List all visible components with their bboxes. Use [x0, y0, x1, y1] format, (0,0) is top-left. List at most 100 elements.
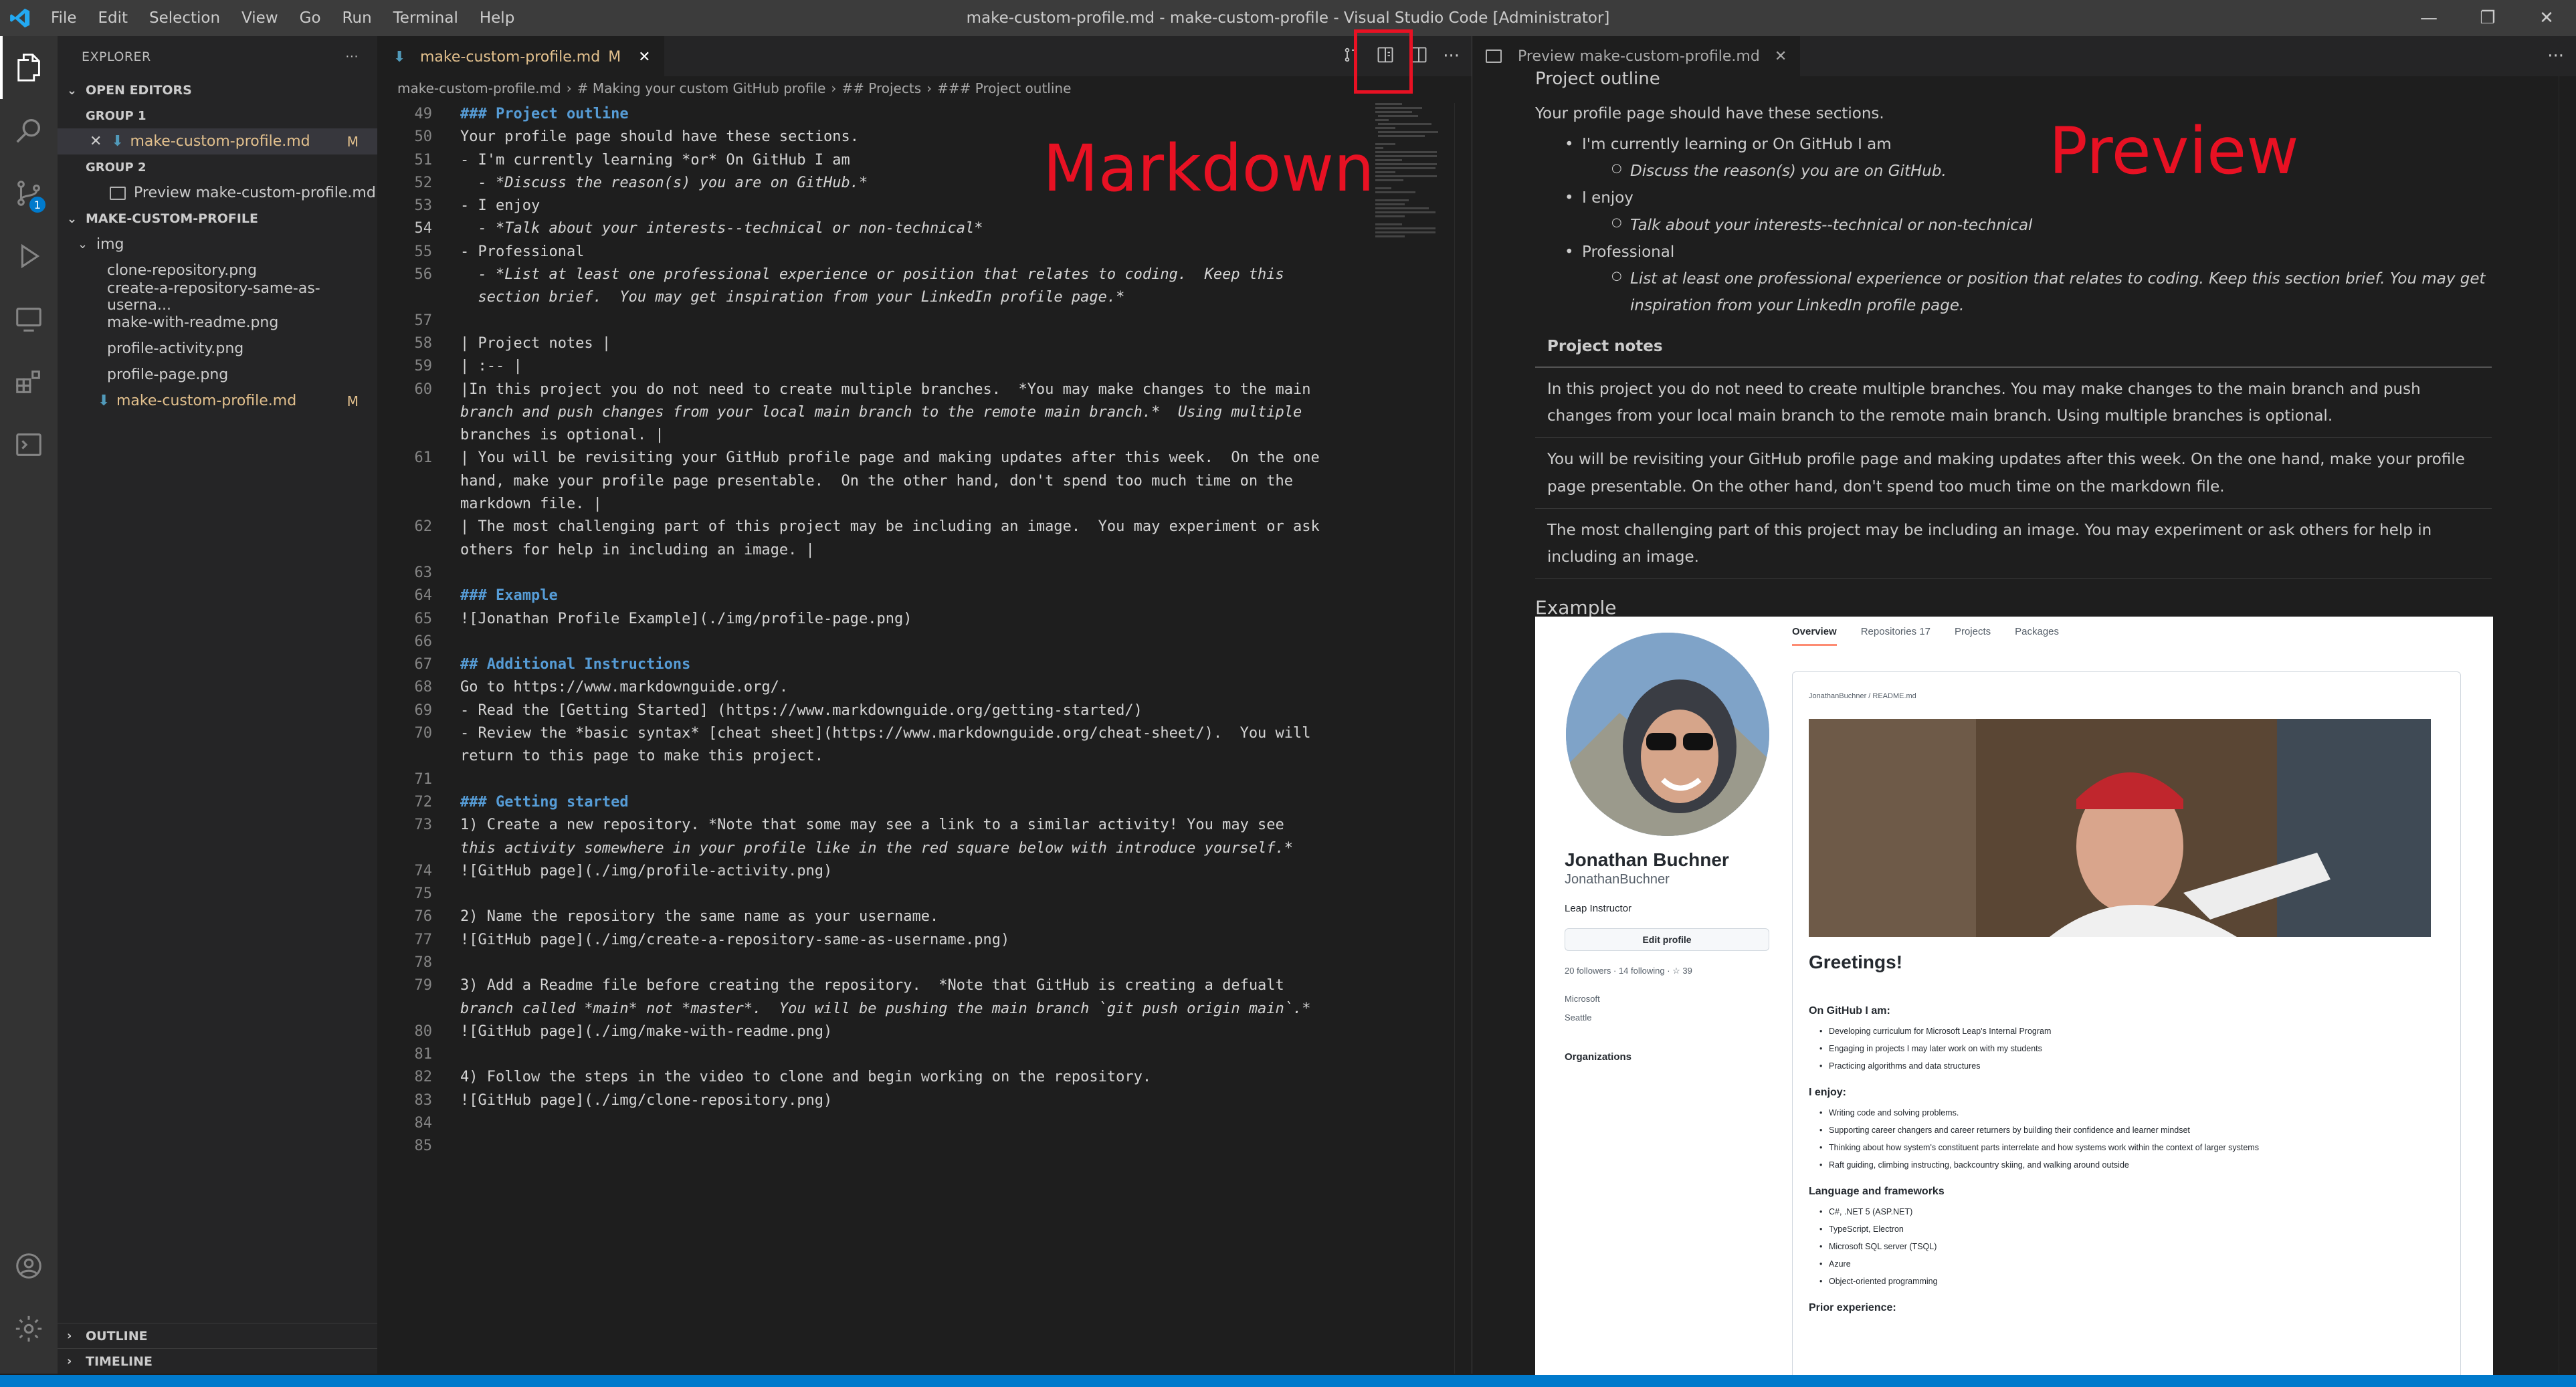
profile-company: Microsoft: [1565, 994, 1600, 1004]
line-number: 52: [414, 174, 433, 191]
profile-name: Jonathan Buchner: [1565, 849, 1729, 870]
folder-img[interactable]: ⌄ img: [58, 231, 377, 257]
minimize-icon[interactable]: —: [2399, 0, 2458, 36]
line-number: 63: [414, 564, 433, 581]
menu-selection[interactable]: Selection: [138, 0, 231, 36]
explorer-icon[interactable]: [0, 36, 58, 99]
line-number: 79: [414, 977, 433, 994]
line-number: 66: [414, 633, 433, 650]
breadcrumb-item[interactable]: ### Project outline: [937, 80, 1071, 96]
readme-list-item: Raft guiding, climbing instructing, back…: [1809, 1156, 2431, 1174]
file-item-md[interactable]: ⬇ make-custom-profile.md M: [58, 388, 377, 414]
line-number: 53: [414, 197, 433, 215]
editor-tab-bar: ⬇ make-custom-profile.md M ✕ ···: [377, 36, 1472, 76]
breadcrumb-separator-icon: ›: [566, 80, 572, 96]
menu-edit[interactable]: Edit: [88, 0, 139, 36]
file-item[interactable]: make-with-readme.png: [58, 310, 377, 336]
line-number: [377, 427, 441, 449]
readme-section-title: I enjoy:: [1809, 1087, 1847, 1098]
line-number: 62: [414, 518, 433, 536]
open-editor-item-preview[interactable]: Preview make-custom-profile.md: [58, 180, 377, 206]
code-text: hand, make your profile page presentable…: [460, 472, 1294, 490]
open-editor-filename: make-custom-profile.md: [130, 133, 310, 150]
line-number: [377, 473, 441, 496]
file-name: profile-activity.png: [107, 340, 244, 357]
extensions-icon[interactable]: [0, 350, 58, 413]
line-number: [377, 748, 441, 770]
remote-explorer-icon[interactable]: [0, 288, 58, 350]
line-number: 73: [414, 817, 433, 834]
line-number: 80: [414, 1023, 433, 1040]
settings-gear-icon[interactable]: [0, 1297, 58, 1360]
code-text: ### Project outline: [460, 106, 629, 122]
code-text: 1) Create a new repository. *Note that s…: [460, 817, 1284, 834]
close-editor-icon[interactable]: ✕: [90, 133, 102, 150]
preview-scrollbar[interactable]: [2559, 76, 2576, 1374]
code-line: 60 |In this project you do not need to cr…: [377, 381, 1367, 404]
code-text: |In this project you do not need to crea…: [460, 381, 1311, 398]
chevron-right-icon: ›: [67, 1354, 72, 1368]
close-window-icon[interactable]: ✕: [2517, 0, 2576, 36]
line-number: 78: [414, 954, 433, 971]
menu-help[interactable]: Help: [469, 0, 525, 36]
profile-tab: Repositories 17: [1860, 626, 1930, 637]
more-actions-icon[interactable]: ···: [2547, 46, 2564, 66]
tab-markdown-file[interactable]: ⬇ make-custom-profile.md M ✕: [377, 36, 664, 76]
status-bar: [0, 1375, 2576, 1387]
table-row: The most challenging part of this projec…: [1535, 508, 2492, 580]
modified-badge: M: [346, 393, 359, 409]
line-number: 64: [414, 587, 433, 605]
close-tab-icon[interactable]: ✕: [1775, 48, 1787, 65]
menu-file[interactable]: File: [40, 0, 88, 36]
file-item[interactable]: profile-activity.png: [58, 336, 377, 362]
edit-profile-button: Edit profile: [1565, 928, 1769, 951]
outline-section[interactable]: › OUTLINE: [58, 1323, 377, 1348]
open-editor-preview-name: Preview make-custom-profile.md: [134, 185, 376, 201]
code-line: 66: [377, 633, 1367, 656]
search-icon[interactable]: [0, 99, 58, 162]
file-item[interactable]: create-a-repository-same-as-userna...: [58, 280, 377, 314]
more-actions-icon[interactable]: ···: [345, 49, 359, 64]
open-editor-item-md[interactable]: ✕ ⬇ make-custom-profile.md M: [58, 128, 377, 154]
close-tab-icon[interactable]: ✕: [638, 49, 650, 66]
menu-view[interactable]: View: [231, 0, 289, 36]
line-number: 81: [414, 1046, 433, 1063]
preview-button-highlight: [1354, 29, 1413, 94]
code-text: others for help in including an image. |: [460, 541, 815, 558]
menu-run[interactable]: Run: [332, 0, 383, 36]
run-debug-icon[interactable]: [0, 225, 58, 288]
markdown-editor-group: ⬇ make-custom-profile.md M ✕ ··· make-cu…: [377, 36, 1472, 1374]
root-file-name: make-custom-profile.md: [116, 393, 297, 409]
code-text: | :-- |: [460, 358, 522, 375]
code-editor[interactable]: 49 ### Project outline 50 Your profile page…: [377, 106, 1367, 1161]
menu-terminal[interactable]: Terminal: [383, 0, 469, 36]
project-folder-section[interactable]: ⌄ MAKE-CUSTOM-PROFILE: [58, 206, 377, 231]
markdown-file-icon: ⬇: [393, 48, 406, 66]
timeline-section[interactable]: › TIMELINE: [58, 1348, 377, 1374]
code-line: 70 - Review the *basic syntax* [cheat she…: [377, 725, 1367, 748]
open-editors-label: OPEN EDITORS: [86, 83, 192, 98]
terminal-panel-icon[interactable]: [0, 413, 58, 476]
profile-details: Microsoft Seattle: [1565, 990, 1600, 1027]
explorer-sidebar: EXPLORER ··· ⌄ OPEN EDITORS GROUP 1 ✕ ⬇ …: [58, 36, 377, 1374]
restore-icon[interactable]: ❐: [2458, 0, 2517, 36]
breadcrumb-item[interactable]: make-custom-profile.md: [397, 80, 561, 96]
more-actions-icon[interactable]: ···: [1443, 46, 1460, 66]
menu-go[interactable]: Go: [289, 0, 332, 36]
editor-scrollbar[interactable]: [1454, 103, 1472, 1374]
preview-list-item: I enjoy: [1565, 185, 2525, 212]
profile-organizations: Organizations: [1565, 1051, 1632, 1063]
code-line: 83 ![GitHub page](./img/clone-repository.…: [377, 1092, 1367, 1115]
code-text: - *Talk about your interests--technical …: [460, 220, 983, 237]
open-editors-section[interactable]: ⌄ OPEN EDITORS: [58, 78, 377, 103]
minimap[interactable]: [1375, 103, 1440, 304]
code-text: ![GitHub page](./img/profile-activity.pn…: [460, 862, 833, 879]
accounts-icon[interactable]: [0, 1235, 58, 1297]
breadcrumb-item[interactable]: ## Projects: [841, 80, 921, 96]
file-item[interactable]: profile-page.png: [58, 362, 377, 388]
code-line: 67 ## Additional Instructions: [377, 656, 1367, 679]
breadcrumb-item[interactable]: # Making your custom GitHub profile: [577, 80, 826, 96]
source-control-icon[interactable]: 1: [0, 162, 58, 225]
file-name: clone-repository.png: [107, 262, 258, 279]
